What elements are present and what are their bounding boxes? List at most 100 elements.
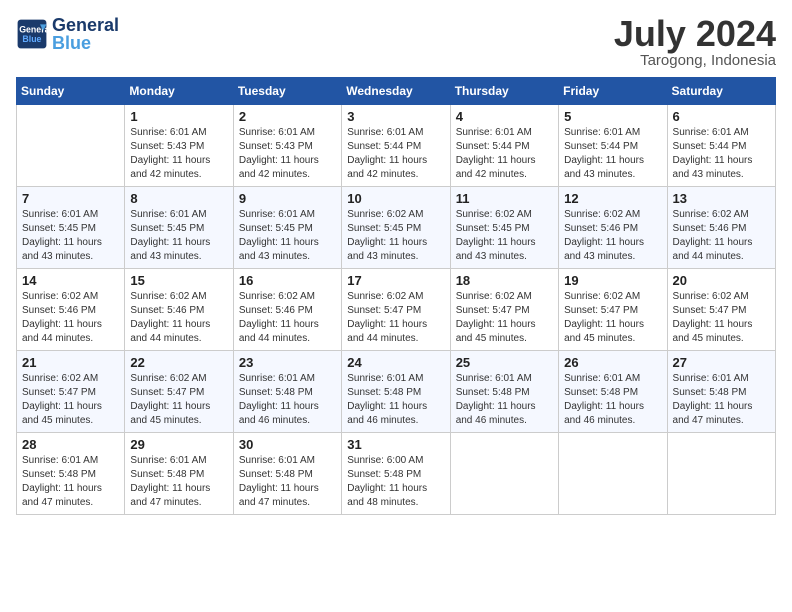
day-info: Sunrise: 6:01 AM Sunset: 5:45 PM Dayligh… xyxy=(130,208,227,264)
day-info: Sunrise: 6:02 AM Sunset: 5:47 PM Dayligh… xyxy=(22,372,119,428)
day-number: 16 xyxy=(239,273,336,288)
calendar-cell: 19Sunrise: 6:02 AM Sunset: 5:47 PM Dayli… xyxy=(559,269,667,351)
day-info: Sunrise: 6:01 AM Sunset: 5:45 PM Dayligh… xyxy=(239,208,336,264)
day-info: Sunrise: 6:02 AM Sunset: 5:46 PM Dayligh… xyxy=(564,208,661,264)
day-number: 25 xyxy=(456,355,553,370)
day-info: Sunrise: 6:01 AM Sunset: 5:48 PM Dayligh… xyxy=(22,454,119,510)
calendar-cell: 31 Sunrise: 6:00 AM Sunset: 5:48 PM Dayli… xyxy=(342,433,450,515)
title-area: July 2024 Tarogong, Indonesia xyxy=(614,16,776,69)
day-info: Sunrise: 6:01 AM Sunset: 5:43 PM Dayligh… xyxy=(239,126,336,182)
calendar-cell: 2 Sunrise: 6:01 AM Sunset: 5:43 PM Daylig… xyxy=(233,105,341,187)
calendar-cell: 7Sunrise: 6:01 AM Sunset: 5:45 PM Daylig… xyxy=(17,187,125,269)
calendar-cell xyxy=(559,433,667,515)
day-number: 20 xyxy=(673,273,770,288)
day-number: 21 xyxy=(22,355,119,370)
calendar-cell: 13 Sunrise: 6:02 AM Sunset: 5:46 PM Dayli… xyxy=(667,187,775,269)
calendar-cell: 4 Sunrise: 6:01 AM Sunset: 5:44 PM Daylig… xyxy=(450,105,558,187)
calendar-week-row: 14 Sunrise: 6:02 AM Sunset: 5:46 PM Dayli… xyxy=(17,269,776,351)
weekday-header-tuesday: Tuesday xyxy=(233,78,341,105)
day-number: 30 xyxy=(239,437,336,452)
calendar-cell: 27 Sunrise: 6:01 AM Sunset: 5:48 PM Dayli… xyxy=(667,351,775,433)
day-number: 22 xyxy=(130,355,227,370)
day-number: 26 xyxy=(564,355,661,370)
day-info: Sunrise: 6:02 AM Sunset: 5:46 PM Dayligh… xyxy=(673,208,770,264)
day-info: Sunrise: 6:01 AM Sunset: 5:44 PM Dayligh… xyxy=(564,126,661,182)
calendar-cell: 12Sunrise: 6:02 AM Sunset: 5:46 PM Dayli… xyxy=(559,187,667,269)
header: General Blue General Blue July 2024 Taro… xyxy=(16,16,776,69)
day-info: Sunrise: 6:02 AM Sunset: 5:47 PM Dayligh… xyxy=(130,372,227,428)
calendar-cell: 15Sunrise: 6:02 AM Sunset: 5:46 PM Dayli… xyxy=(125,269,233,351)
calendar-cell: 10Sunrise: 6:02 AM Sunset: 5:45 PM Dayli… xyxy=(342,187,450,269)
calendar-cell: 16 Sunrise: 6:02 AM Sunset: 5:46 PM Dayli… xyxy=(233,269,341,351)
calendar-cell: 6Sunrise: 6:01 AM Sunset: 5:44 PM Daylig… xyxy=(667,105,775,187)
day-info: Sunrise: 6:01 AM Sunset: 5:48 PM Dayligh… xyxy=(130,454,227,510)
logo-icon: General Blue xyxy=(16,18,48,50)
calendar-cell: 26Sunrise: 6:01 AM Sunset: 5:48 PM Dayli… xyxy=(559,351,667,433)
svg-text:Blue: Blue xyxy=(22,34,41,44)
day-number: 28 xyxy=(22,437,119,452)
day-number: 27 xyxy=(673,355,770,370)
calendar-week-row: 21 Sunrise: 6:02 AM Sunset: 5:47 PM Dayli… xyxy=(17,351,776,433)
day-info: Sunrise: 6:01 AM Sunset: 5:44 PM Dayligh… xyxy=(456,126,553,182)
day-number: 11 xyxy=(456,191,553,206)
day-info: Sunrise: 6:02 AM Sunset: 5:46 PM Dayligh… xyxy=(239,290,336,346)
calendar-table: SundayMondayTuesdayWednesdayThursdayFrid… xyxy=(16,77,776,515)
day-number: 13 xyxy=(673,191,770,206)
day-info: Sunrise: 6:01 AM Sunset: 5:48 PM Dayligh… xyxy=(673,372,770,428)
location-subtitle: Tarogong, Indonesia xyxy=(614,52,776,69)
day-info: Sunrise: 6:02 AM Sunset: 5:47 PM Dayligh… xyxy=(564,290,661,346)
day-number: 1 xyxy=(130,109,227,124)
day-info: Sunrise: 6:02 AM Sunset: 5:45 PM Dayligh… xyxy=(347,208,444,264)
day-number: 24 xyxy=(347,355,444,370)
calendar-cell: 17Sunrise: 6:02 AM Sunset: 5:47 PM Dayli… xyxy=(342,269,450,351)
calendar-cell xyxy=(667,433,775,515)
day-number: 18 xyxy=(456,273,553,288)
weekday-header-friday: Friday xyxy=(559,78,667,105)
day-info: Sunrise: 6:01 AM Sunset: 5:48 PM Dayligh… xyxy=(347,372,444,428)
calendar-cell: 21 Sunrise: 6:02 AM Sunset: 5:47 PM Dayli… xyxy=(17,351,125,433)
calendar-cell: 14 Sunrise: 6:02 AM Sunset: 5:46 PM Dayli… xyxy=(17,269,125,351)
day-info: Sunrise: 6:02 AM Sunset: 5:46 PM Dayligh… xyxy=(130,290,227,346)
day-number: 31 xyxy=(347,437,444,452)
weekday-header-saturday: Saturday xyxy=(667,78,775,105)
calendar-cell: 11Sunrise: 6:02 AM Sunset: 5:45 PM Dayli… xyxy=(450,187,558,269)
day-number: 29 xyxy=(130,437,227,452)
calendar-cell: 20 Sunrise: 6:02 AM Sunset: 5:47 PM Dayli… xyxy=(667,269,775,351)
calendar-cell: 23 Sunrise: 6:01 AM Sunset: 5:48 PM Dayli… xyxy=(233,351,341,433)
calendar-cell: 29 Sunrise: 6:01 AM Sunset: 5:48 PM Dayli… xyxy=(125,433,233,515)
day-number: 9 xyxy=(239,191,336,206)
calendar-cell xyxy=(17,105,125,187)
day-number: 4 xyxy=(456,109,553,124)
logo-text: General Blue xyxy=(52,16,119,52)
day-info: Sunrise: 6:02 AM Sunset: 5:46 PM Dayligh… xyxy=(22,290,119,346)
day-info: Sunrise: 6:01 AM Sunset: 5:48 PM Dayligh… xyxy=(456,372,553,428)
weekday-header-row: SundayMondayTuesdayWednesdayThursdayFrid… xyxy=(17,78,776,105)
calendar-cell: 8Sunrise: 6:01 AM Sunset: 5:45 PM Daylig… xyxy=(125,187,233,269)
day-number: 2 xyxy=(239,109,336,124)
day-number: 23 xyxy=(239,355,336,370)
day-info: Sunrise: 6:01 AM Sunset: 5:48 PM Dayligh… xyxy=(239,372,336,428)
calendar-week-row: 7 Sunrise: 6:01 AM Sunset: 5:45 PM Daylig… xyxy=(17,187,776,269)
day-info: Sunrise: 6:02 AM Sunset: 5:47 PM Dayligh… xyxy=(673,290,770,346)
weekday-header-wednesday: Wednesday xyxy=(342,78,450,105)
day-info: Sunrise: 6:00 AM Sunset: 5:48 PM Dayligh… xyxy=(347,454,444,510)
calendar-cell: 1Sunrise: 6:01 AM Sunset: 5:43 PM Daylig… xyxy=(125,105,233,187)
month-title: July 2024 xyxy=(614,16,776,52)
calendar-cell: 24 Sunrise: 6:01 AM Sunset: 5:48 PM Dayli… xyxy=(342,351,450,433)
calendar-cell: 30 Sunrise: 6:01 AM Sunset: 5:48 PM Dayli… xyxy=(233,433,341,515)
calendar-cell: 9 Sunrise: 6:01 AM Sunset: 5:45 PM Daylig… xyxy=(233,187,341,269)
day-number: 14 xyxy=(22,273,119,288)
day-info: Sunrise: 6:02 AM Sunset: 5:47 PM Dayligh… xyxy=(347,290,444,346)
day-number: 7 xyxy=(22,191,119,206)
day-info: Sunrise: 6:01 AM Sunset: 5:44 PM Dayligh… xyxy=(347,126,444,182)
day-info: Sunrise: 6:01 AM Sunset: 5:48 PM Dayligh… xyxy=(239,454,336,510)
weekday-header-monday: Monday xyxy=(125,78,233,105)
day-info: Sunrise: 6:01 AM Sunset: 5:44 PM Dayligh… xyxy=(673,126,770,182)
calendar-cell: 22 Sunrise: 6:02 AM Sunset: 5:47 PM Dayli… xyxy=(125,351,233,433)
weekday-header-thursday: Thursday xyxy=(450,78,558,105)
calendar-week-row: 1 Sunrise: 6:01 AM Sunset: 5:43 PM Daylig… xyxy=(17,105,776,187)
calendar-cell xyxy=(450,433,558,515)
calendar-cell: 18Sunrise: 6:02 AM Sunset: 5:47 PM Dayli… xyxy=(450,269,558,351)
logo: General Blue General Blue xyxy=(16,16,119,52)
day-number: 5 xyxy=(564,109,661,124)
